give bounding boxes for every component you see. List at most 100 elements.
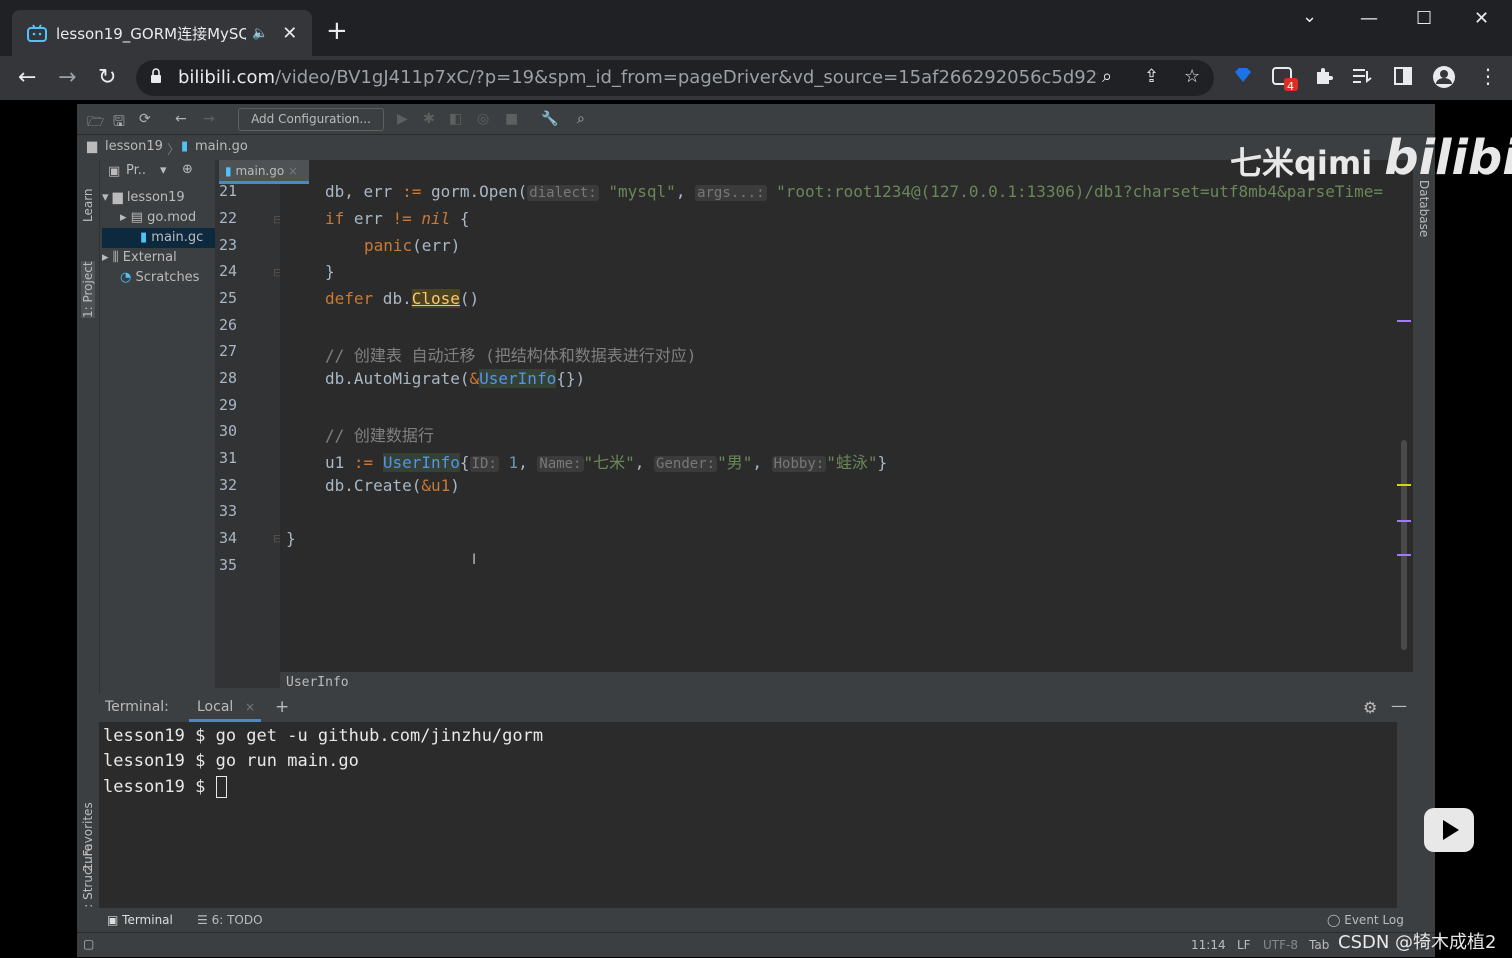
reload-icon[interactable]: ↻	[98, 63, 116, 93]
project-tool-tab[interactable]: 1: Project	[81, 261, 95, 318]
tree-item-main-go[interactable]: ▮ main.gc	[102, 228, 215, 248]
tree-item-scratches[interactable]: ◔ Scratches	[120, 268, 199, 288]
editor-tab-main-go[interactable]: ▮ main.go ×	[219, 160, 309, 184]
terminal-scrollbar[interactable]	[1397, 722, 1413, 908]
terminal-tab-local[interactable]: Local ×	[189, 694, 261, 722]
search-icon[interactable]: ⌕	[577, 111, 585, 127]
error-stripe-mark[interactable]	[1397, 320, 1411, 322]
debug-icon[interactable]: ✱	[423, 111, 435, 127]
gear-icon[interactable]: ⚙	[1363, 698, 1377, 717]
profile-icon[interactable]: ◎	[477, 111, 489, 127]
expand-arrow-icon[interactable]: ▾	[102, 190, 113, 205]
puzzle-extensions-icon[interactable]	[1314, 66, 1334, 90]
project-icon: ▣	[108, 164, 121, 179]
chevron-down-icon[interactable]: ▾	[160, 163, 167, 178]
nav-forward-icon[interactable]: →	[203, 111, 215, 127]
editor-scrollbar[interactable]	[1401, 440, 1407, 650]
code-line-34: }	[286, 529, 296, 548]
tab-close-icon[interactable]: ×	[245, 700, 255, 714]
terminal-header: Terminal: Local × + ⚙ —	[99, 694, 1413, 722]
window-close-icon[interactable]: ✕	[1474, 8, 1489, 29]
code-line-22: if err != nil {	[325, 209, 470, 228]
tab-close-icon[interactable]: ✕	[282, 23, 297, 44]
run-icon[interactable]: ▶	[397, 111, 408, 127]
code-line-25: defer db.Close()	[325, 289, 480, 308]
share-icon[interactable]: ⇪	[1144, 66, 1159, 87]
event-log-button[interactable]: ◯ Event Log	[1327, 913, 1404, 927]
locate-icon[interactable]: ⊕	[182, 162, 193, 177]
text-cursor-icon: I	[472, 552, 477, 568]
event-log-icon: ◯	[1327, 913, 1345, 927]
caret-position[interactable]: 11:14	[1191, 938, 1226, 952]
breadcrumb-item[interactable]: main.go	[195, 139, 248, 154]
url-text[interactable]: bilibili.com/video/BV1gJ411p7xC/?p=19&sp…	[178, 67, 1098, 88]
back-icon[interactable]: ←	[18, 63, 36, 93]
browser-toolbar: ← → ↻ bilibili.com/video/BV1gJ411p7xC/?p…	[0, 56, 1512, 100]
status-bar: ▢ 11:14 LF UTF-8 Tab	[77, 932, 1435, 957]
tree-item-external[interactable]: ▸ ⫼ External	[102, 248, 177, 268]
line-number: 29	[218, 396, 237, 414]
lock-icon[interactable]	[150, 68, 162, 88]
address-bar[interactable]: bilibili.com/video/BV1gJ411p7xC/?p=19&sp…	[136, 60, 1214, 96]
error-stripe-mark[interactable]	[1397, 520, 1411, 522]
play-button-icon[interactable]	[1424, 808, 1474, 852]
terminal-line: lesson19 $ go run main.go	[103, 751, 359, 771]
new-tab-icon[interactable]: +	[326, 18, 348, 44]
project-title[interactable]: Pr..	[126, 163, 146, 178]
database-tool-tab[interactable]: Database	[1417, 180, 1431, 237]
code-editor[interactable]: db, err := gorm.Open(dialect: "mysql", a…	[280, 160, 1413, 688]
sync-icon[interactable]: ⟳	[139, 111, 151, 127]
bilibili-tv-icon	[26, 22, 48, 44]
line-separator[interactable]: LF	[1237, 938, 1251, 952]
add-configuration-button[interactable]: Add Configuration...	[238, 108, 384, 131]
learn-tool-tab[interactable]: Learn	[81, 188, 95, 222]
tree-item-go-mod[interactable]: ▸ ▤ go.mod	[120, 208, 196, 228]
line-number: 34	[218, 529, 237, 547]
code-line-31: u1 := UserInfo{ID: 1, Name: "七米", Gender:…	[325, 453, 888, 472]
todo-tool-button[interactable]: ☰ 6: TODO	[197, 913, 263, 927]
error-stripe-mark[interactable]	[1397, 554, 1411, 556]
browser-menu-icon[interactable]: ⋮	[1478, 66, 1498, 86]
library-icon: ⫼	[112, 250, 123, 265]
tab-close-icon[interactable]: ×	[288, 164, 298, 178]
wrench-icon[interactable]: 🔧	[541, 111, 558, 127]
tab-search-dropdown-icon[interactable]: ⌄	[1302, 6, 1317, 27]
indent-setting[interactable]: Tab	[1309, 938, 1329, 952]
collapse-arrow-icon[interactable]: ▸	[120, 210, 131, 225]
bilibili-logo: bilibili	[1384, 130, 1512, 186]
code-line-27: // 创建表 自动迁移 (把结构体和数据表进行对应)	[325, 346, 697, 365]
browser-tab[interactable]: lesson19_GORM连接MySQ 🔈 ✕	[12, 10, 312, 56]
collapse-arrow-icon[interactable]: ▸	[102, 250, 113, 265]
structure-tool-tab[interactable]: Z: Structure	[81, 844, 95, 916]
warning-stripe-mark[interactable]	[1397, 484, 1411, 486]
diamond-extension-icon[interactable]	[1234, 66, 1252, 88]
maximize-icon[interactable]: ☐	[1416, 8, 1432, 29]
tree-item-lesson19[interactable]: ▾ ▆ lesson19	[102, 188, 185, 208]
bookmark-star-icon[interactable]: ☆	[1184, 66, 1200, 87]
save-icon[interactable]: 🖫	[113, 111, 125, 135]
panel-toggle-icon[interactable]: ▢	[83, 937, 94, 951]
breadcrumb-item[interactable]: lesson19	[105, 139, 163, 154]
terminal-line: lesson19 $	[103, 776, 227, 798]
minimize-panel-icon[interactable]: —	[1391, 696, 1407, 715]
nav-back-icon[interactable]: ←	[175, 111, 187, 127]
minimize-icon[interactable]: —	[1360, 8, 1378, 29]
open-folder-icon[interactable]: 🗁	[87, 111, 104, 135]
extension-badge-icon[interactable]	[1272, 66, 1300, 96]
forward-icon[interactable]: →	[58, 63, 76, 93]
add-terminal-icon[interactable]: +	[275, 697, 289, 717]
side-panel-icon[interactable]	[1394, 67, 1412, 89]
line-number: 23	[218, 236, 237, 254]
coverage-icon[interactable]: ◧	[449, 111, 462, 127]
folder-icon: ▆	[87, 139, 97, 154]
terminal-tool-button[interactable]: ▣ Terminal	[107, 913, 173, 927]
terminal-output[interactable]: lesson19 $ go get -u github.com/jinzhu/g…	[99, 722, 1413, 908]
reading-list-icon[interactable]	[1352, 67, 1372, 89]
profile-avatar-icon[interactable]	[1432, 65, 1456, 93]
line-number: 26	[218, 316, 237, 334]
sound-icon[interactable]: 🔈	[252, 26, 268, 41]
zoom-icon[interactable]: ⌕	[1102, 66, 1112, 87]
file-encoding[interactable]: UTF-8	[1263, 938, 1298, 952]
terminal-label: Terminal:	[105, 699, 169, 715]
stop-icon[interactable]: ■	[505, 111, 518, 127]
